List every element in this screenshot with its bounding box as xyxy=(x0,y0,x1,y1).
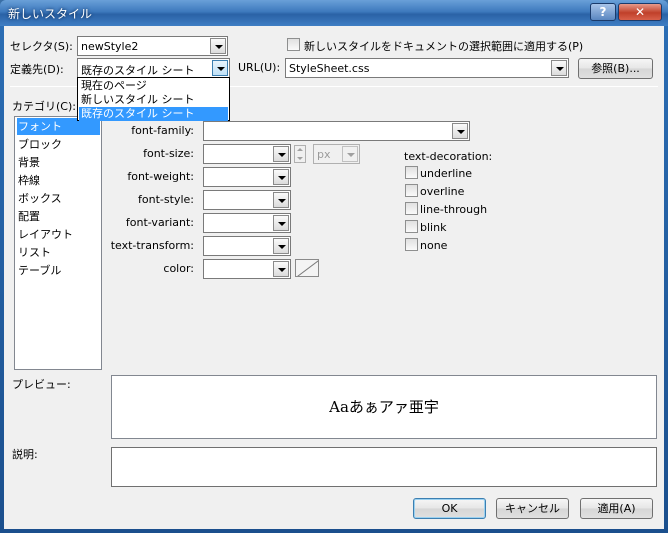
font-style-label: font-style: xyxy=(138,193,194,206)
help-button[interactable]: ? xyxy=(590,3,616,21)
font-style-dropdown-button[interactable] xyxy=(273,192,289,208)
url-dropdown-button[interactable] xyxy=(551,60,567,76)
none-label: none xyxy=(420,239,448,252)
font-family-label: font-family: xyxy=(131,124,194,137)
chevron-down-icon xyxy=(215,45,223,49)
no-color-icon xyxy=(296,260,318,276)
description-box xyxy=(111,447,657,487)
font-family-dropdown-button[interactable] xyxy=(452,123,468,139)
dialog-window: 新しいスタイル ? ✕ セレクタ(S): newStyle2 新しいスタイルをド… xyxy=(0,0,668,533)
font-size-combo[interactable] xyxy=(203,144,291,164)
url-combo[interactable]: StyleSheet.css xyxy=(285,58,569,78)
chevron-down-icon xyxy=(347,153,355,157)
font-variant-dropdown-button[interactable] xyxy=(273,215,289,231)
none-checkbox[interactable] xyxy=(405,238,418,251)
text-transform-combo[interactable] xyxy=(203,236,291,256)
font-variant-label: font-variant: xyxy=(125,216,194,229)
color-combo[interactable] xyxy=(203,259,291,279)
overline-label: overline xyxy=(420,185,465,198)
arrow-down-icon xyxy=(297,157,303,160)
chevron-down-icon xyxy=(457,130,465,134)
selector-label: セレクタ(S): xyxy=(10,40,73,53)
selector-value: newStyle2 xyxy=(81,40,139,53)
arrow-up-icon xyxy=(297,148,303,151)
chevron-down-icon xyxy=(556,67,564,71)
preview-panel: Aaあぁアァ亜宇 xyxy=(111,375,657,439)
chevron-down-icon xyxy=(278,268,286,272)
font-variant-combo[interactable] xyxy=(203,213,291,233)
description-label: 説明: xyxy=(12,448,38,461)
blink-checkbox[interactable] xyxy=(405,220,418,233)
define-in-combo[interactable]: 既存のスタイル シート xyxy=(77,58,230,78)
font-size-unit-value: px xyxy=(317,148,331,161)
preview-label: プレビュー: xyxy=(12,378,71,391)
dialog-client-area: セレクタ(S): newStyle2 新しいスタイルをドキュメントの選択範囲に適… xyxy=(4,26,664,529)
chevron-down-icon xyxy=(278,245,286,249)
url-label: URL(U): xyxy=(238,61,281,74)
chevron-down-icon xyxy=(217,67,225,71)
underline-label: underline xyxy=(420,167,473,180)
apply-to-selection-label: 新しいスタイルをドキュメントの選択範囲に適用する(P) xyxy=(304,40,584,53)
color-dropdown-button[interactable] xyxy=(273,261,289,277)
cancel-button[interactable]: キャンセル xyxy=(496,498,569,519)
overline-checkbox[interactable] xyxy=(405,184,418,197)
selector-dropdown-button[interactable] xyxy=(210,38,226,54)
chevron-down-icon xyxy=(278,199,286,203)
define-in-option-existing-stylesheet[interactable]: 既存のスタイル シート xyxy=(79,107,228,121)
font-size-label: font-size: xyxy=(143,147,194,160)
color-picker-button[interactable] xyxy=(295,259,319,277)
window-title: 新しいスタイル xyxy=(8,7,93,21)
help-icon: ? xyxy=(599,5,607,19)
text-transform-dropdown-button[interactable] xyxy=(273,238,289,254)
define-in-dropdown-button[interactable] xyxy=(212,60,228,76)
font-weight-combo[interactable] xyxy=(203,167,291,187)
color-label: color: xyxy=(163,262,194,275)
font-size-dropdown-button[interactable] xyxy=(273,146,289,162)
apply-button[interactable]: 適用(A) xyxy=(580,498,653,519)
text-decoration-label: text-decoration: xyxy=(404,150,493,163)
font-size-unit-dropdown-button[interactable] xyxy=(342,146,358,162)
chevron-down-icon xyxy=(278,176,286,180)
close-button[interactable]: ✕ xyxy=(618,3,662,21)
font-family-combo[interactable] xyxy=(203,121,470,141)
font-size-spinner[interactable] xyxy=(294,145,306,163)
define-in-dropdown-list[interactable]: 現在のページ 新しいスタイル シート 既存のスタイル シート xyxy=(77,77,230,121)
font-weight-label: font-weight: xyxy=(127,170,194,183)
chevron-down-icon xyxy=(278,222,286,226)
text-transform-label: text-transform: xyxy=(110,239,194,252)
selector-combo[interactable]: newStyle2 xyxy=(77,36,228,56)
blink-label: blink xyxy=(420,221,447,234)
preview-text: Aaあぁアァ亜宇 xyxy=(329,398,439,416)
apply-to-selection-checkbox[interactable] xyxy=(287,38,300,51)
url-value: StyleSheet.css xyxy=(289,62,370,75)
ok-button[interactable]: OK xyxy=(413,498,486,519)
font-style-combo[interactable] xyxy=(203,190,291,210)
category-label: カテゴリ(C): xyxy=(12,100,76,113)
line-through-label: line-through xyxy=(420,203,488,216)
define-in-option-new-stylesheet[interactable]: 新しいスタイル シート xyxy=(79,93,228,107)
define-in-option-current-page[interactable]: 現在のページ xyxy=(79,79,228,93)
close-icon: ✕ xyxy=(634,5,646,19)
browse-button[interactable]: 参照(B)... xyxy=(578,58,653,79)
define-in-value: 既存のスタイル シート xyxy=(81,64,195,77)
define-in-label: 定義先(D): xyxy=(10,63,64,76)
underline-checkbox[interactable] xyxy=(405,166,418,179)
font-size-unit-combo[interactable]: px xyxy=(313,144,360,164)
title-bar[interactable]: 新しいスタイル ? ✕ xyxy=(0,0,668,26)
chevron-down-icon xyxy=(278,153,286,157)
font-weight-dropdown-button[interactable] xyxy=(273,169,289,185)
line-through-checkbox[interactable] xyxy=(405,202,418,215)
